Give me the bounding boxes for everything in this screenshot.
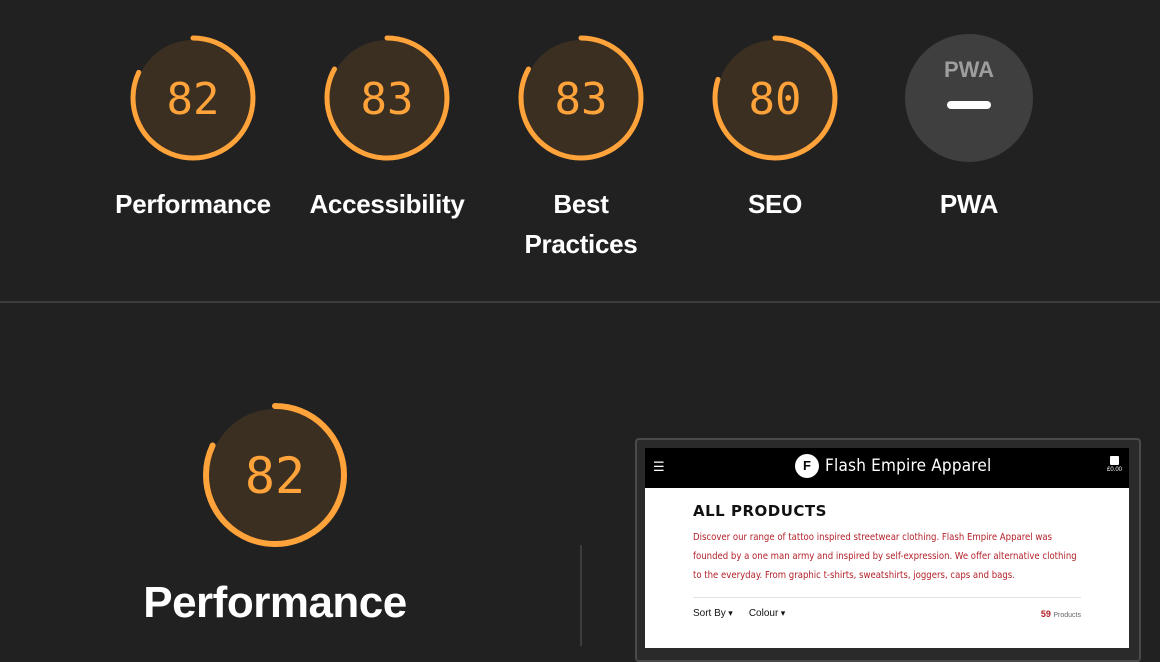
site-body: ALL PRODUCTS Discover our range of tatto… xyxy=(645,488,1129,619)
pwa-badge-icon: PWA xyxy=(905,34,1033,162)
gauge-performance[interactable]: 82 Performance xyxy=(108,32,278,224)
score-ring: 83 xyxy=(518,35,644,161)
score-value: 82 xyxy=(245,447,305,505)
performance-gauge-large: 82 xyxy=(190,400,360,550)
pwa-logo-text: PWA xyxy=(944,57,994,82)
vertical-divider xyxy=(580,545,582,646)
score-ring: 80 xyxy=(712,35,838,161)
gauge-label: PWA xyxy=(939,189,999,219)
score-value: 83 xyxy=(555,74,608,125)
gauge-label: Accessibility xyxy=(309,189,465,219)
score-ring: 82 xyxy=(203,403,347,547)
score-value: 83 xyxy=(361,74,414,125)
page-screenshot: ☰ Flash Empire Apparel £0.00 ALL PRODUCT… xyxy=(645,448,1129,648)
gauge-pwa[interactable]: PWA PWA xyxy=(884,32,1054,224)
gauge-best-practices[interactable]: 83 Best Practices xyxy=(496,32,666,264)
products-description: Discover our range of tattoo inspired st… xyxy=(693,532,1077,581)
cart: £0.00 xyxy=(1107,456,1122,473)
gauge-label: Performance xyxy=(115,189,271,219)
products-heading: ALL PRODUCTS xyxy=(693,502,827,520)
brand-logo-icon xyxy=(795,454,819,478)
gauge-label: Best Practices xyxy=(496,184,666,264)
cart-price: £0.00 xyxy=(1106,467,1122,473)
gauge-label-line2: Practices xyxy=(524,229,638,259)
section-title: Performance xyxy=(143,578,407,627)
colour-dropdown: Colour xyxy=(749,608,786,619)
category-scores: 82 Performance 83 Accessibility 83 Best … xyxy=(0,0,1160,302)
gauge-seo[interactable]: 80 SEO xyxy=(690,32,860,224)
score-value: 80 xyxy=(749,74,802,125)
menu-icon: ☰ xyxy=(653,459,665,474)
gauge-label-line1: Best xyxy=(553,189,609,219)
score-ring: 82 xyxy=(130,35,256,161)
filters-bar: Sort By Colour 59 Products xyxy=(693,597,1081,619)
gauge-accessibility[interactable]: 83 Accessibility xyxy=(302,32,472,224)
bag-icon xyxy=(1109,456,1119,465)
site-brand: Flash Empire Apparel xyxy=(795,454,991,478)
site-header: ☰ Flash Empire Apparel £0.00 xyxy=(645,448,1129,488)
pwa-dash-icon xyxy=(947,101,991,109)
gauge-label: SEO xyxy=(747,189,802,219)
product-count: 59 Products xyxy=(1040,608,1081,619)
sort-by-dropdown: Sort By xyxy=(693,608,733,619)
section-divider xyxy=(0,301,1160,303)
brand-name: Flash Empire Apparel xyxy=(825,456,992,476)
score-value: 82 xyxy=(167,74,220,125)
score-ring: 83 xyxy=(324,35,450,161)
